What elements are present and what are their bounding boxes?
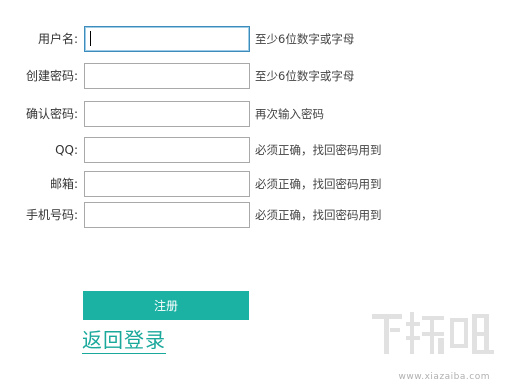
create-password-hint: 至少6位数字或字母 xyxy=(255,69,355,83)
form-row-email: 邮箱: 必须正确，找回密码用到 xyxy=(0,171,506,197)
username-hint: 至少6位数字或字母 xyxy=(255,32,355,46)
register-button[interactable]: 注册 xyxy=(83,291,249,320)
create-password-label: 创建密码: xyxy=(25,69,78,83)
qq-input[interactable] xyxy=(84,137,250,163)
username-input[interactable] xyxy=(84,26,250,52)
email-label: 邮箱: xyxy=(49,177,78,191)
form-row-phone: 手机号码: 必须正确，找回密码用到 xyxy=(0,202,506,228)
qq-hint: 必须正确，找回密码用到 xyxy=(255,143,382,157)
form-row-create-password: 创建密码: 至少6位数字或字母 xyxy=(0,63,506,89)
back-to-login-link[interactable]: 返回登录 xyxy=(82,327,166,354)
phone-hint: 必须正确，找回密码用到 xyxy=(255,208,382,222)
form-row-confirm-password: 确认密码: 再次输入密码 xyxy=(0,101,506,127)
qq-label: QQ: xyxy=(55,143,78,157)
confirm-password-input[interactable] xyxy=(84,101,250,127)
phone-input[interactable] xyxy=(84,202,250,228)
form-row-qq: QQ: 必须正确，找回密码用到 xyxy=(0,137,506,163)
watermark-url: www.xiazaiba.com xyxy=(398,372,490,382)
text-caret xyxy=(90,31,91,46)
username-label: 用户名: xyxy=(37,32,78,46)
phone-label: 手机号码: xyxy=(25,208,78,222)
create-password-input[interactable] xyxy=(84,63,250,89)
confirm-password-label: 确认密码: xyxy=(25,107,78,121)
email-hint: 必须正确，找回密码用到 xyxy=(255,177,382,191)
confirm-password-hint: 再次输入密码 xyxy=(255,107,324,121)
site-logo-watermark xyxy=(372,312,494,354)
form-row-username: 用户名: 至少6位数字或字母 xyxy=(0,26,506,52)
email-input[interactable] xyxy=(84,171,250,197)
